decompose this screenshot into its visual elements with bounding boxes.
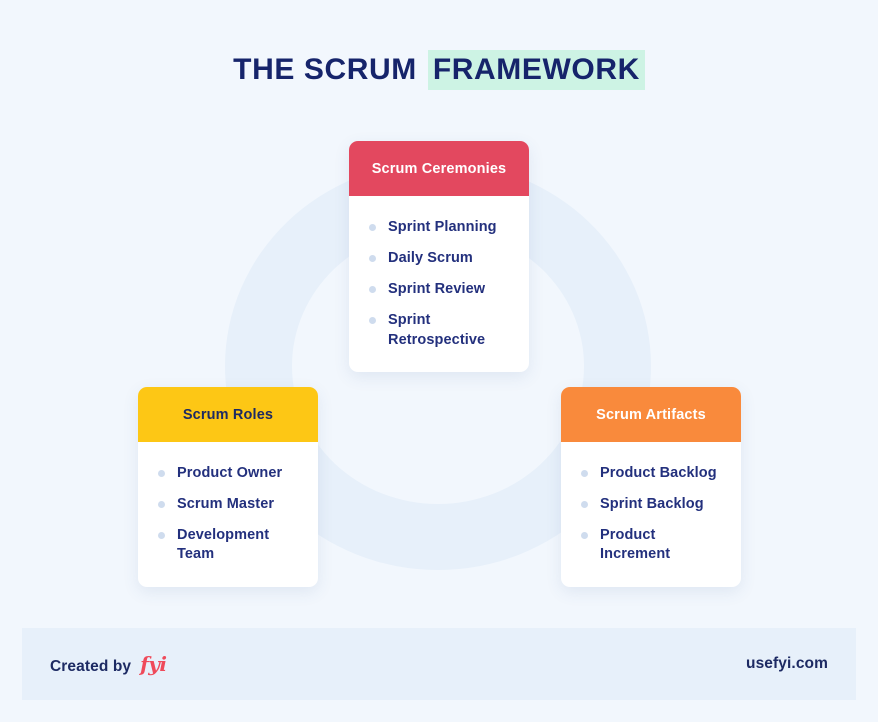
list-item-label: Sprint Backlog: [600, 496, 704, 513]
fyi-logo: fyi: [140, 652, 167, 676]
created-by-label: Created by: [50, 658, 132, 675]
footer-bar: Created by fyi usefyi.com: [22, 628, 856, 700]
card-header-scrum-roles: Scrum Roles: [138, 387, 318, 442]
bullet-dot-icon: [369, 286, 376, 294]
list-item-label: Sprint Planning: [388, 219, 497, 235]
list-item: Product Owner: [138, 458, 318, 489]
list-item-label: Daily Scrum: [388, 250, 473, 267]
list-item-label: Scrum Master: [177, 496, 275, 513]
bullet-dot-icon: [158, 532, 165, 540]
list-item-label: Product Backlog: [600, 465, 717, 481]
list-item: Product Backlog: [561, 458, 741, 489]
list-item-label: Sprint Retrospective: [388, 312, 486, 348]
card-body-scrum-roles: Product Owner Scrum Master Development T…: [138, 442, 318, 587]
card-header-scrum-artifacts: Scrum Artifacts: [561, 387, 741, 442]
bullet-dot-icon: [581, 470, 588, 477]
bullet-dot-icon: [581, 501, 588, 509]
page-title-plain: THE SCRUM: [233, 53, 426, 86]
card-scrum-ceremonies: Scrum Ceremonies Sprint Planning Daily S…: [349, 141, 529, 372]
list-item-label: Development Team: [177, 527, 270, 563]
list-item-label: Product Increment: [600, 527, 671, 563]
footer-attribution: Created by fyi: [50, 652, 167, 676]
list-item: Scrum Master: [138, 489, 318, 520]
card-scrum-roles: Scrum Roles Product Owner Scrum Master D…: [138, 387, 318, 587]
card-body-scrum-artifacts: Product Backlog Sprint Backlog Product I…: [561, 442, 741, 587]
bullet-dot-icon: [369, 224, 376, 231]
list-item: Sprint Backlog: [561, 489, 741, 520]
card-header-scrum-ceremonies: Scrum Ceremonies: [349, 141, 529, 196]
list-item: Sprint Retrospective: [349, 305, 529, 355]
bullet-dot-icon: [158, 470, 165, 477]
list-item-label: Product Owner: [177, 465, 283, 481]
list-item: Sprint Planning: [349, 212, 529, 243]
bullet-dot-icon: [158, 501, 165, 509]
list-item-label: Sprint Review: [388, 281, 486, 298]
list-item: Daily Scrum: [349, 243, 529, 274]
bullet-dot-icon: [581, 532, 588, 540]
page-title: THE SCRUM FRAMEWORK: [233, 50, 645, 90]
footer-website: usefyi.com: [746, 655, 828, 672]
list-item: Sprint Review: [349, 274, 529, 305]
list-item: Development Team: [138, 520, 318, 570]
list-item: Product Increment: [561, 520, 741, 570]
card-body-scrum-ceremonies: Sprint Planning Daily Scrum Sprint Revie…: [349, 196, 529, 372]
card-scrum-artifacts: Scrum Artifacts Product Backlog Sprint B…: [561, 387, 741, 587]
page-title-highlight: FRAMEWORK: [427, 50, 645, 90]
bullet-dot-icon: [369, 255, 376, 263]
page-title-container: THE SCRUM FRAMEWORK: [0, 50, 878, 90]
bullet-dot-icon: [369, 317, 376, 325]
